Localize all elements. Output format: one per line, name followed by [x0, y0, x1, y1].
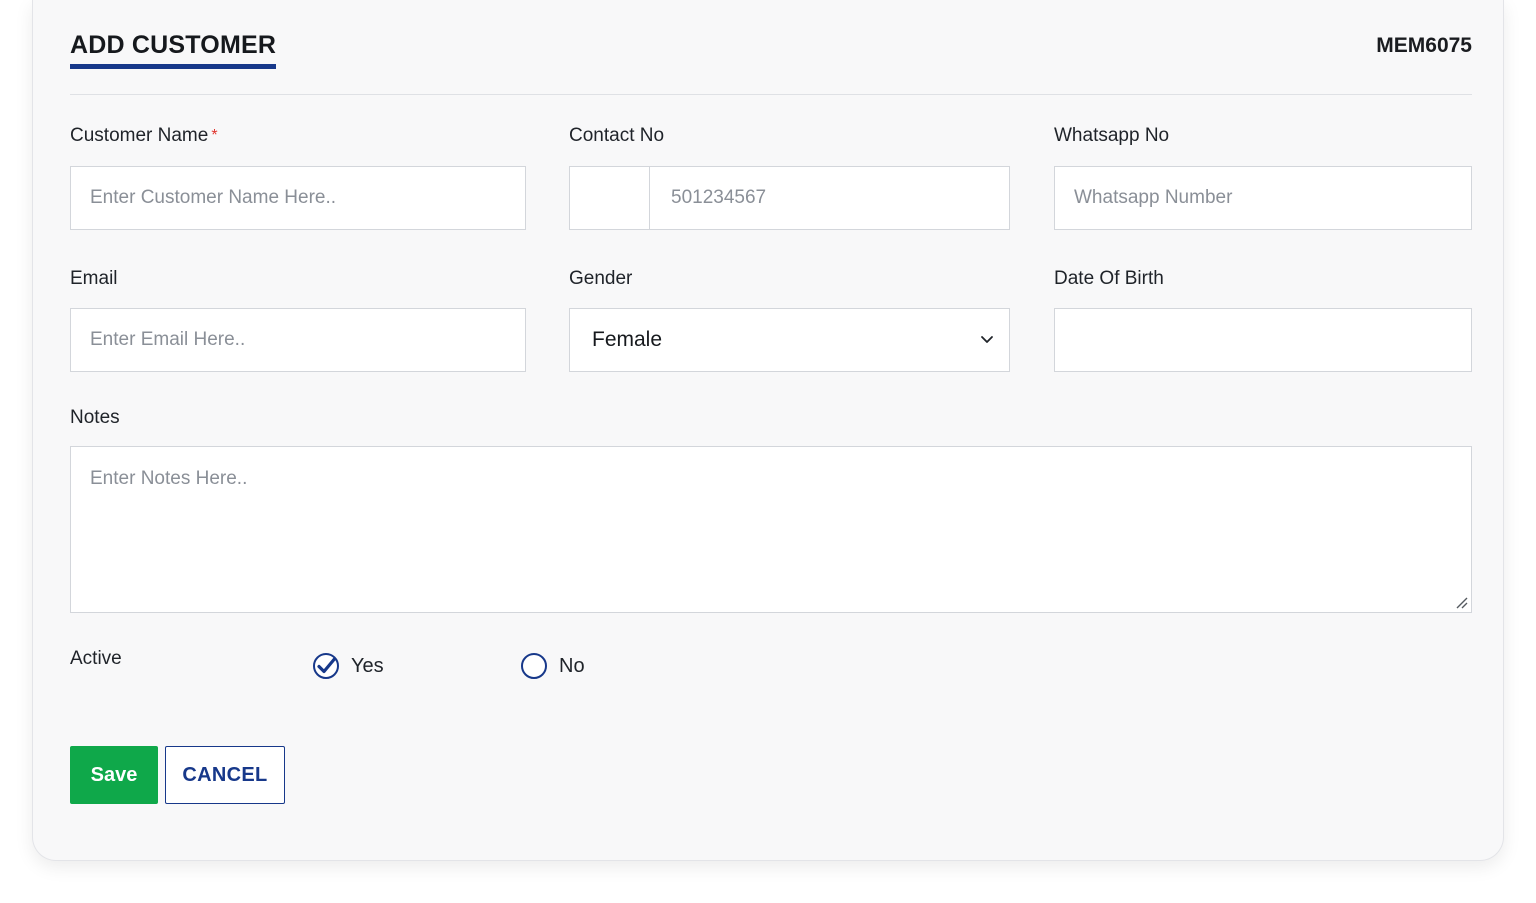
date-of-birth-input[interactable]	[1054, 308, 1472, 372]
contact-no-label: Contact No	[569, 125, 665, 146]
notes-textarea[interactable]	[70, 446, 1472, 613]
active-yes-label: Yes	[351, 655, 384, 677]
active-yes-radio[interactable]	[313, 653, 339, 679]
date-of-birth-label: Date Of Birth	[1054, 268, 1164, 289]
active-yes-option[interactable]: Yes	[313, 653, 384, 679]
notes-label: Notes	[70, 407, 120, 428]
email-input[interactable]	[70, 308, 526, 372]
contact-no-field	[569, 166, 1010, 230]
contact-no-input[interactable]	[652, 167, 1007, 229]
resize-grip-icon[interactable]	[1455, 596, 1469, 610]
email-label: Email	[70, 268, 118, 289]
customer-name-label: Customer Name *	[70, 124, 218, 148]
gender-label: Gender	[569, 268, 633, 289]
gender-select[interactable]: Female	[569, 308, 1010, 372]
customer-name-label-text: Customer Name	[70, 125, 209, 146]
add-customer-card: ADD CUSTOMER MEM6075 Customer Name* Cont…	[32, 0, 1504, 861]
form-header: ADD CUSTOMER MEM6075	[70, 30, 1472, 95]
customer-name-input[interactable]	[70, 166, 526, 230]
cancel-button[interactable]: CANCEL	[165, 746, 285, 804]
gender-selected-value: Female	[592, 328, 663, 351]
active-no-label: No	[559, 655, 585, 677]
whatsapp-no-input[interactable]	[1054, 166, 1472, 230]
active-no-radio[interactable]	[521, 653, 547, 679]
check-icon	[317, 657, 336, 674]
country-code-selector[interactable]	[570, 167, 650, 229]
whatsapp-no-label: Whatsapp No	[1054, 125, 1170, 146]
chevron-down-icon	[981, 336, 993, 343]
active-no-option[interactable]: No	[521, 653, 585, 679]
required-mark: *	[211, 127, 218, 144]
save-button[interactable]: Save	[70, 746, 158, 804]
active-label: Active	[70, 648, 122, 669]
member-id: MEM6075	[1376, 34, 1472, 57]
page-title: ADD CUSTOMER	[70, 30, 277, 69]
